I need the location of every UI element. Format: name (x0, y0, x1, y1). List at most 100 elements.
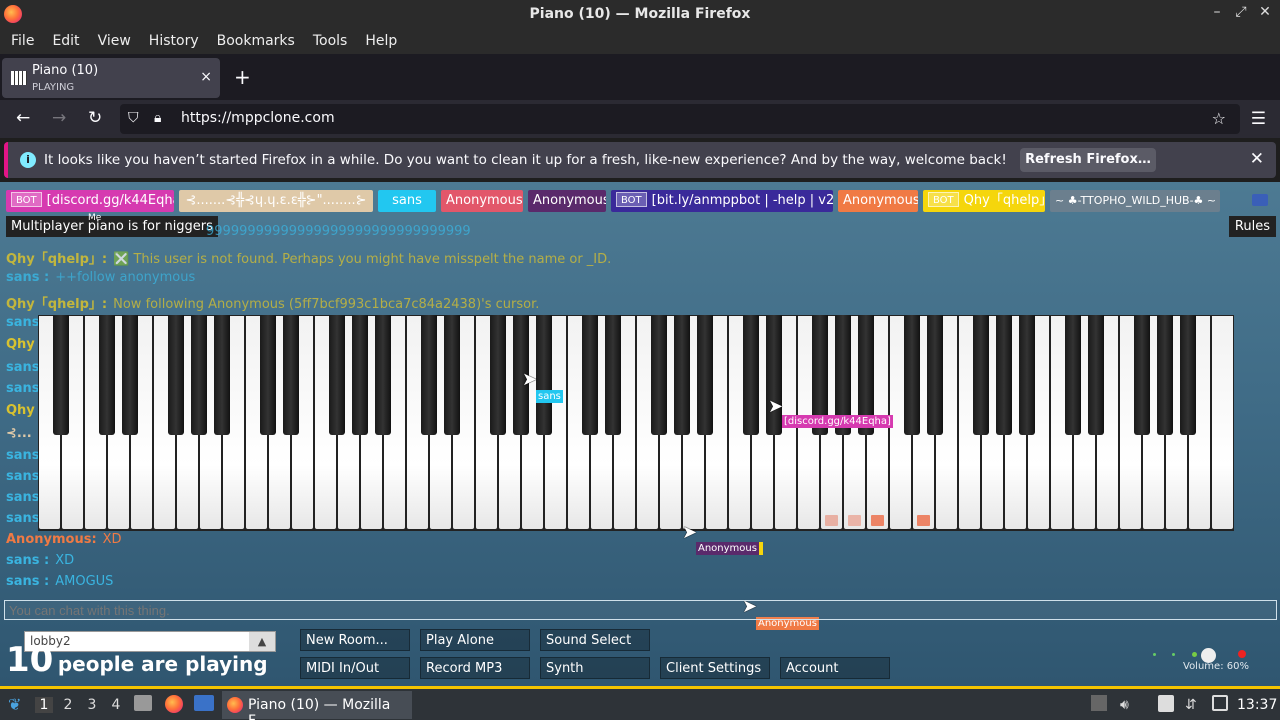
black-key[interactable] (122, 315, 138, 435)
midi-button[interactable]: MIDI In/Out (300, 657, 410, 679)
workspace-4[interactable]: 4 (107, 697, 125, 713)
piano-page: BOT [discord.gg/k44Eqha] ⊰.......⊰╬⊰ɥ.ɥ.ɛ.… (0, 182, 1280, 686)
black-key[interactable] (352, 315, 368, 435)
black-key[interactable] (743, 315, 759, 435)
workspace-2[interactable]: 2 (59, 697, 77, 713)
refresh-firefox-button[interactable]: Refresh Firefox… (1020, 148, 1156, 172)
black-key[interactable] (973, 315, 989, 435)
black-key[interactable] (605, 315, 621, 435)
chat-input[interactable] (4, 600, 1277, 620)
cursor-arrow-icon: ➤ (682, 522, 698, 543)
user-badge[interactable]: sans (378, 190, 436, 212)
tab-close-icon[interactable]: × (200, 69, 212, 85)
account-button[interactable]: Account (780, 657, 890, 679)
black-key[interactable] (214, 315, 230, 435)
black-key[interactable] (1180, 315, 1196, 435)
firefox-launcher-icon[interactable] (165, 695, 183, 713)
black-key[interactable] (996, 315, 1012, 435)
bot-tag: BOT (928, 192, 959, 207)
piano-keyboard[interactable] (38, 315, 1234, 531)
clock[interactable]: 13:37 (1237, 697, 1277, 713)
black-key[interactable] (766, 315, 782, 435)
black-key[interactable] (697, 315, 713, 435)
tracking-shield-icon[interactable]: ⛉ (128, 110, 139, 126)
menu-tools[interactable]: Tools (304, 30, 357, 54)
black-key[interactable] (329, 315, 345, 435)
tray-upload-icon[interactable] (1091, 695, 1107, 711)
files-icon[interactable] (134, 695, 152, 711)
synth-button[interactable]: Synth (540, 657, 650, 679)
user-badge[interactable]: ~ ♣-TTOPHO_WILD_HUB-♣ ~ (1050, 190, 1220, 212)
black-key[interactable] (53, 315, 69, 435)
menu-bookmarks[interactable]: Bookmarks (208, 30, 304, 54)
room-info-icon[interactable] (1252, 194, 1268, 206)
black-key[interactable] (582, 315, 598, 435)
black-key[interactable] (1157, 315, 1173, 435)
start-menu-icon[interactable]: ❦ (8, 695, 21, 714)
rules-button[interactable]: Rules (1228, 216, 1276, 237)
bookmark-star-icon[interactable]: ☆ (1212, 109, 1226, 128)
maximize-icon[interactable]: ⤢ (1234, 4, 1248, 20)
user-badge[interactable]: Anonymous (528, 190, 606, 212)
user-badge[interactable]: Anonymous (838, 190, 918, 212)
forward-icon[interactable]: → (52, 108, 66, 128)
client-settings-button[interactable]: Client Settings (660, 657, 770, 679)
minimize-icon[interactable]: – (1210, 4, 1224, 20)
app-menu-icon[interactable]: ☰ (1251, 109, 1266, 129)
new-room-button[interactable]: New Room... (300, 629, 410, 651)
black-key[interactable] (99, 315, 115, 435)
black-key[interactable] (927, 315, 943, 435)
black-key[interactable] (536, 315, 552, 435)
menu-file[interactable]: File (2, 30, 43, 54)
tab-piano[interactable]: Piano (10) PLAYING × (2, 58, 220, 98)
user-badge[interactable]: BOT Qhy「qhelp」 (923, 190, 1045, 212)
menu-help[interactable]: Help (356, 30, 406, 54)
reload-icon[interactable]: ↻ (88, 108, 102, 128)
new-tab-button[interactable]: + (234, 65, 251, 89)
white-key[interactable] (1212, 316, 1233, 529)
menu-history[interactable]: History (140, 30, 208, 54)
black-key[interactable] (674, 315, 690, 435)
black-key[interactable] (421, 315, 437, 435)
back-icon[interactable]: ← (16, 108, 30, 128)
black-key[interactable] (191, 315, 207, 435)
taskbar-firefox-window[interactable]: Piano (10) — Mozilla F... (222, 691, 412, 720)
black-key[interactable] (1019, 315, 1035, 435)
lock-icon[interactable]: 🔒︎ (154, 110, 161, 126)
menu-view[interactable]: View (89, 30, 140, 54)
user-badge[interactable]: BOT [bit.ly/anmppbot | -help | v2.1] (611, 190, 833, 212)
volume-tray-icon[interactable]: 🔊︎ (1120, 697, 1129, 713)
chat-author: Qhy「qhelp」: (6, 297, 108, 312)
network-icon[interactable]: ⇵ (1185, 697, 1197, 713)
close-window-icon[interactable]: ✕ (1258, 4, 1272, 20)
black-key[interactable] (260, 315, 276, 435)
workspace-1[interactable]: 1 (35, 697, 53, 713)
user-badge[interactable]: ⊰.......⊰╬⊰ɥ.ɥ.ɛ.ɛ╬⊱"........⊱ (179, 190, 373, 212)
black-key[interactable] (651, 315, 667, 435)
user-badge[interactable]: Anonymous (441, 190, 523, 212)
black-key[interactable] (1134, 315, 1150, 435)
black-key[interactable] (375, 315, 391, 435)
sound-select-button[interactable]: Sound Select (540, 629, 650, 651)
black-key[interactable] (283, 315, 299, 435)
url-bar[interactable]: ⛉ 🔒︎ https://mppclone.com ☆ (120, 104, 1240, 134)
clipboard-icon[interactable] (1158, 695, 1174, 712)
notification-close-icon[interactable]: ✕ (1250, 149, 1264, 169)
display-icon[interactable] (1212, 695, 1228, 711)
url-text[interactable]: https://mppclone.com (181, 110, 335, 126)
user-badge[interactable]: BOT [discord.gg/k44Eqha] (6, 190, 174, 212)
workspace-3[interactable]: 3 (83, 697, 101, 713)
me-label: Me (88, 213, 102, 223)
menu-edit[interactable]: Edit (43, 30, 88, 54)
black-key[interactable] (168, 315, 184, 435)
black-key[interactable] (1065, 315, 1081, 435)
black-key[interactable] (490, 315, 506, 435)
black-key[interactable] (904, 315, 920, 435)
black-key[interactable] (1088, 315, 1104, 435)
black-key[interactable] (444, 315, 460, 435)
record-mp3-button[interactable]: Record MP3 (420, 657, 530, 679)
chat-text: ++follow anonymous (55, 270, 196, 285)
play-alone-button[interactable]: Play Alone (420, 629, 530, 651)
desktop-icon[interactable] (194, 695, 214, 711)
cursor-arrow-icon: ➤ (522, 369, 538, 390)
